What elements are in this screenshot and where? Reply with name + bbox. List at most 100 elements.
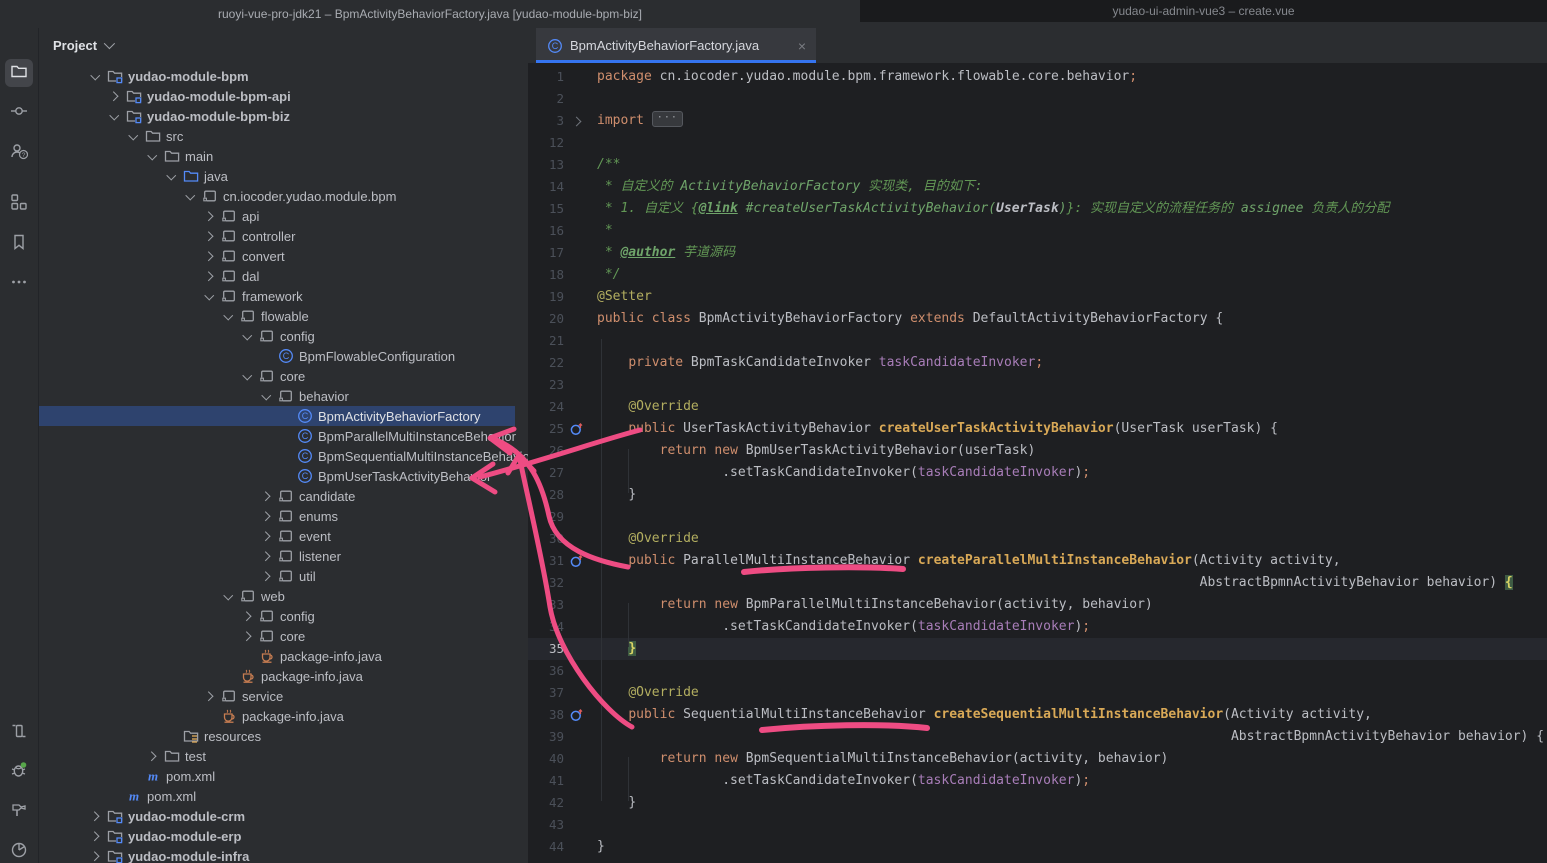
code-line-38[interactable]: 38 public SequentialMultiInstanceBehavio… (528, 704, 1547, 726)
tree-item-dal[interactable]: dal (39, 266, 528, 286)
chevron-down-icon[interactable] (201, 286, 220, 306)
chevron-right-icon[interactable] (258, 486, 277, 506)
tree-item-BpmSequentialMultiInstanceBehavior[interactable]: CBpmSequentialMultiInstanceBehavior (39, 446, 528, 466)
chevron-down-icon[interactable] (220, 586, 239, 606)
tree-item-candidate[interactable]: candidate (39, 486, 528, 506)
tree-item-convert[interactable]: convert (39, 246, 528, 266)
chevron-right-icon[interactable] (258, 566, 277, 586)
chevron-down-icon[interactable] (104, 38, 115, 49)
profiler-tool-button[interactable] (5, 838, 33, 863)
code-area[interactable]: 1package cn.iocoder.yudao.module.bpm.fra… (528, 63, 1547, 863)
more-tools-button[interactable] (5, 270, 33, 298)
code-line-29[interactable]: 29 (528, 506, 1547, 528)
code-line-43[interactable]: 43 (528, 814, 1547, 836)
tree-item-yudao-module-bpm[interactable]: yudao-module-bpm (39, 66, 528, 86)
code-line-31[interactable]: 31 public ParallelMultiInstanceBehavior … (528, 550, 1547, 572)
tree-item-yudao-module-bpm-biz[interactable]: yudao-module-bpm-biz (39, 106, 528, 126)
code-line-36[interactable]: 36 (528, 660, 1547, 682)
code-line-19[interactable]: 19@Setter (528, 286, 1547, 308)
tree-item-package-info.java[interactable]: package-info.java (39, 706, 528, 726)
code-line-30[interactable]: 30 @Override (528, 528, 1547, 550)
chevron-down-icon[interactable] (258, 386, 277, 406)
tree-item-yudao-module-bpm-api[interactable]: yudao-module-bpm-api (39, 86, 528, 106)
chevron-right-icon[interactable] (258, 546, 277, 566)
code-line-15[interactable]: 15 * 1. 自定义 {@link #createUserTaskActivi… (528, 198, 1547, 220)
build-tool-button[interactable] (5, 798, 33, 826)
tree-item-java[interactable]: java (39, 166, 528, 186)
overrides-method-icon[interactable] (564, 704, 588, 726)
tree-item-web[interactable]: web (39, 586, 528, 606)
code-line-28[interactable]: 28 } (528, 484, 1547, 506)
chevron-down-icon[interactable] (87, 66, 106, 86)
tree-item-service[interactable]: service (39, 686, 528, 706)
tree-item-enums[interactable]: enums (39, 506, 528, 526)
tree-item-src[interactable]: src (39, 126, 528, 146)
folded-imports-badge[interactable]: ··· (652, 111, 683, 127)
chevron-right-icon[interactable] (239, 626, 258, 646)
chevron-right-icon[interactable] (201, 686, 220, 706)
chevron-down-icon[interactable] (182, 186, 201, 206)
code-line-27[interactable]: 27 .setTaskCandidateInvoker(taskCandidat… (528, 462, 1547, 484)
code-line-12[interactable]: 12 (528, 132, 1547, 154)
chevron-right-icon[interactable] (201, 206, 220, 226)
chevron-right-icon[interactable] (87, 806, 106, 826)
chevron-down-icon[interactable] (239, 326, 258, 346)
code-line-41[interactable]: 41 .setTaskCandidateInvoker(taskCandidat… (528, 770, 1547, 792)
code-line-20[interactable]: 20public class BpmActivityBehaviorFactor… (528, 308, 1547, 330)
tree-item-package-info.java[interactable]: package-info.java (39, 666, 528, 686)
services-tool-button[interactable] (5, 719, 33, 747)
fold-chevron-icon[interactable] (564, 110, 588, 132)
code-line-25[interactable]: 25 public UserTaskActivityBehavior creat… (528, 418, 1547, 440)
tree-item-core[interactable]: core (39, 366, 528, 386)
code-line-18[interactable]: 18 */ (528, 264, 1547, 286)
tree-item-util[interactable]: util (39, 566, 528, 586)
code-line-35[interactable]: 35 } (528, 638, 1547, 660)
tree-item-core[interactable]: core (39, 626, 528, 646)
tree-item-config[interactable]: config (39, 606, 528, 626)
tree-item-main[interactable]: main (39, 146, 528, 166)
background-window-title[interactable]: yudao-ui-admin-vue3 – create.vue (860, 0, 1547, 22)
code-line-26[interactable]: 26 return new BpmUserTaskActivityBehavio… (528, 440, 1547, 462)
code-line-44[interactable]: 44} (528, 836, 1547, 858)
chevron-right-icon[interactable] (106, 86, 125, 106)
code-line-34[interactable]: 34 .setTaskCandidateInvoker(taskCandidat… (528, 616, 1547, 638)
code-line-23[interactable]: 23 (528, 374, 1547, 396)
tree-item-yudao-module-infra[interactable]: yudao-module-infra (39, 846, 528, 863)
overrides-method-icon[interactable] (564, 550, 588, 572)
tree-item-behavior[interactable]: behavior (39, 386, 528, 406)
tree-item-pom.xml[interactable]: mpom.xml (39, 766, 528, 786)
code-line-32[interactable]: 32 AbstractBpmnActivityBehavior behavior… (528, 572, 1547, 594)
pull-requests-tool-button[interactable]: ? (5, 139, 33, 167)
tab-BpmActivityBehaviorFactory[interactable]: C BpmActivityBehaviorFactory.java × (536, 28, 816, 63)
debug-tool-button[interactable] (5, 758, 33, 786)
chevron-right-icon[interactable] (258, 506, 277, 526)
chevron-down-icon[interactable] (106, 106, 125, 126)
tree-item-BpmFlowableConfiguration[interactable]: CBpmFlowableConfiguration (39, 346, 528, 366)
chevron-right-icon[interactable] (201, 226, 220, 246)
tree-item-flowable[interactable]: flowable (39, 306, 528, 326)
code-line-1[interactable]: 1package cn.iocoder.yudao.module.bpm.fra… (528, 66, 1547, 88)
chevron-right-icon[interactable] (239, 606, 258, 626)
bookmarks-tool-button[interactable] (5, 230, 33, 258)
tree-item-BpmActivityBehaviorFactory[interactable]: CBpmActivityBehaviorFactory (39, 406, 515, 426)
tree-item-package-info.java[interactable]: package-info.java (39, 646, 528, 666)
tree-item-listener[interactable]: listener (39, 546, 528, 566)
close-icon[interactable]: × (798, 38, 806, 54)
tree-item-config[interactable]: config (39, 326, 528, 346)
tree-item-yudao-module-erp[interactable]: yudao-module-erp (39, 826, 528, 846)
tree-item-BpmUserTaskActivityBehavior[interactable]: CBpmUserTaskActivityBehavior (39, 466, 528, 486)
structure-tool-button[interactable] (5, 190, 33, 218)
project-panel-title[interactable]: Project (53, 38, 97, 53)
code-line-40[interactable]: 40 return new BpmSequentialMultiInstance… (528, 748, 1547, 770)
code-line-17[interactable]: 17 * @author 芋道源码 (528, 242, 1547, 264)
tree-item-controller[interactable]: controller (39, 226, 528, 246)
code-line-39[interactable]: 39 AbstractBpmnActivityBehavior behavior… (528, 726, 1547, 748)
chevron-right-icon[interactable] (87, 846, 106, 863)
code-line-3[interactable]: 3import ··· (528, 110, 1547, 132)
tree-item-pom.xml[interactable]: mpom.xml (39, 786, 528, 806)
code-line-21[interactable]: 21 (528, 330, 1547, 352)
code-line-2[interactable]: 2 (528, 88, 1547, 110)
tree-item-framework[interactable]: framework (39, 286, 528, 306)
tree-item-BpmParallelMultiInstanceBehavior[interactable]: CBpmParallelMultiInstanceBehavior (39, 426, 528, 446)
chevron-down-icon[interactable] (144, 146, 163, 166)
